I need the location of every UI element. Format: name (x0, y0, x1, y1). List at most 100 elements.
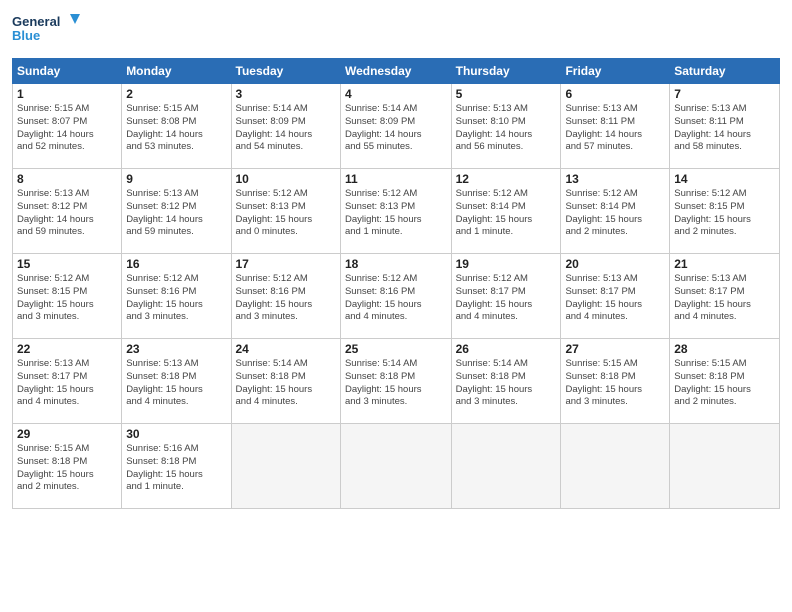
day-number: 19 (456, 257, 557, 271)
calendar-header-saturday: Saturday (670, 59, 780, 84)
calendar-cell: 5 Sunrise: 5:13 AM Sunset: 8:10 PM Daylig… (451, 84, 561, 169)
header: General Blue (12, 10, 780, 50)
day-number: 6 (565, 87, 665, 101)
calendar-cell: 8Sunrise: 5:13 AM Sunset: 8:12 PM Daylig… (13, 169, 122, 254)
calendar-cell: 10 Sunrise: 5:12 AM Sunset: 8:13 PM Dayli… (231, 169, 340, 254)
calendar-cell: 27 Sunrise: 5:15 AM Sunset: 8:18 PM Dayli… (561, 339, 670, 424)
day-info: Sunrise: 5:12 AM Sunset: 8:16 PM Dayligh… (236, 273, 336, 324)
day-info: Sunrise: 5:14 AM Sunset: 8:18 PM Dayligh… (345, 358, 447, 409)
day-info: Sunrise: 5:15 AM Sunset: 8:08 PM Dayligh… (126, 103, 226, 154)
day-info: Sunrise: 5:12 AM Sunset: 8:16 PM Dayligh… (345, 273, 447, 324)
day-number: 18 (345, 257, 447, 271)
calendar-cell: 23 Sunrise: 5:13 AM Sunset: 8:18 PM Dayli… (122, 339, 231, 424)
calendar-cell: 13 Sunrise: 5:12 AM Sunset: 8:14 PM Dayli… (561, 169, 670, 254)
day-number: 15 (17, 257, 117, 271)
day-info: Sunrise: 5:12 AM Sunset: 8:13 PM Dayligh… (345, 188, 447, 239)
day-info: Sunrise: 5:14 AM Sunset: 8:09 PM Dayligh… (236, 103, 336, 154)
day-number: 10 (236, 172, 336, 186)
day-info: Sunrise: 5:13 AM Sunset: 8:17 PM Dayligh… (565, 273, 665, 324)
calendar-cell: 22 Sunrise: 5:13 AM Sunset: 8:17 PM Dayli… (13, 339, 122, 424)
calendar-cell: 24Sunrise: 5:14 AM Sunset: 8:18 PM Dayli… (231, 339, 340, 424)
calendar-cell: 26 Sunrise: 5:14 AM Sunset: 8:18 PM Dayli… (451, 339, 561, 424)
day-number: 2 (126, 87, 226, 101)
logo: General Blue (12, 10, 82, 50)
calendar-cell: 28Sunrise: 5:15 AM Sunset: 8:18 PM Dayli… (670, 339, 780, 424)
calendar-cell: 20 Sunrise: 5:13 AM Sunset: 8:17 PM Dayli… (561, 254, 670, 339)
day-number: 29 (17, 427, 117, 441)
day-info: Sunrise: 5:12 AM Sunset: 8:17 PM Dayligh… (456, 273, 557, 324)
day-info: Sunrise: 5:15 AM Sunset: 8:18 PM Dayligh… (17, 443, 117, 494)
calendar-cell: 6 Sunrise: 5:13 AM Sunset: 8:11 PM Daylig… (561, 84, 670, 169)
calendar-cell: 25 Sunrise: 5:14 AM Sunset: 8:18 PM Dayli… (340, 339, 451, 424)
day-info: Sunrise: 5:14 AM Sunset: 8:18 PM Dayligh… (456, 358, 557, 409)
day-info: Sunrise: 5:14 AM Sunset: 8:18 PM Dayligh… (236, 358, 336, 409)
calendar-cell: 7 Sunrise: 5:13 AM Sunset: 8:11 PM Daylig… (670, 84, 780, 169)
calendar-header-wednesday: Wednesday (340, 59, 451, 84)
calendar-week-1: 1 Sunrise: 5:15 AM Sunset: 8:07 PM Daylig… (13, 84, 780, 169)
day-number: 21 (674, 257, 775, 271)
day-info: Sunrise: 5:13 AM Sunset: 8:18 PM Dayligh… (126, 358, 226, 409)
day-info: Sunrise: 5:14 AM Sunset: 8:09 PM Dayligh… (345, 103, 447, 154)
day-number: 25 (345, 342, 447, 356)
day-number: 22 (17, 342, 117, 356)
calendar-cell: 18 Sunrise: 5:12 AM Sunset: 8:16 PM Dayli… (340, 254, 451, 339)
calendar-cell: 29 Sunrise: 5:15 AM Sunset: 8:18 PM Dayli… (13, 424, 122, 509)
day-info: Sunrise: 5:13 AM Sunset: 8:11 PM Dayligh… (565, 103, 665, 154)
day-number: 17 (236, 257, 336, 271)
calendar-cell: 3 Sunrise: 5:14 AM Sunset: 8:09 PM Daylig… (231, 84, 340, 169)
day-info: Sunrise: 5:13 AM Sunset: 8:11 PM Dayligh… (674, 103, 775, 154)
day-number: 1 (17, 87, 117, 101)
calendar-week-3: 15 Sunrise: 5:12 AM Sunset: 8:15 PM Dayli… (13, 254, 780, 339)
day-info: Sunrise: 5:15 AM Sunset: 8:07 PM Dayligh… (17, 103, 117, 154)
day-number: 26 (456, 342, 557, 356)
calendar-week-5: 29 Sunrise: 5:15 AM Sunset: 8:18 PM Dayli… (13, 424, 780, 509)
calendar-header-monday: Monday (122, 59, 231, 84)
calendar-cell: 11 Sunrise: 5:12 AM Sunset: 8:13 PM Dayli… (340, 169, 451, 254)
calendar-cell: 15 Sunrise: 5:12 AM Sunset: 8:15 PM Dayli… (13, 254, 122, 339)
day-info: Sunrise: 5:16 AM Sunset: 8:18 PM Dayligh… (126, 443, 226, 494)
calendar-cell (670, 424, 780, 509)
day-number: 16 (126, 257, 226, 271)
calendar-cell: 2 Sunrise: 5:15 AM Sunset: 8:08 PM Daylig… (122, 84, 231, 169)
day-number: 30 (126, 427, 226, 441)
calendar-cell: 14Sunrise: 5:12 AM Sunset: 8:15 PM Dayli… (670, 169, 780, 254)
svg-text:General: General (12, 14, 60, 29)
calendar-cell: 17 Sunrise: 5:12 AM Sunset: 8:16 PM Dayli… (231, 254, 340, 339)
day-info: Sunrise: 5:13 AM Sunset: 8:12 PM Dayligh… (17, 188, 117, 239)
day-info: Sunrise: 5:13 AM Sunset: 8:12 PM Dayligh… (126, 188, 226, 239)
day-info: Sunrise: 5:12 AM Sunset: 8:14 PM Dayligh… (565, 188, 665, 239)
day-info: Sunrise: 5:15 AM Sunset: 8:18 PM Dayligh… (674, 358, 775, 409)
calendar-cell: 9 Sunrise: 5:13 AM Sunset: 8:12 PM Daylig… (122, 169, 231, 254)
calendar-cell: 30 Sunrise: 5:16 AM Sunset: 8:18 PM Dayli… (122, 424, 231, 509)
calendar-cell (561, 424, 670, 509)
day-number: 4 (345, 87, 447, 101)
day-info: Sunrise: 5:13 AM Sunset: 8:17 PM Dayligh… (17, 358, 117, 409)
calendar-week-2: 8Sunrise: 5:13 AM Sunset: 8:12 PM Daylig… (13, 169, 780, 254)
day-number: 20 (565, 257, 665, 271)
day-number: 9 (126, 172, 226, 186)
calendar-cell (340, 424, 451, 509)
day-number: 27 (565, 342, 665, 356)
day-number: 13 (565, 172, 665, 186)
day-info: Sunrise: 5:15 AM Sunset: 8:18 PM Dayligh… (565, 358, 665, 409)
calendar-header-friday: Friday (561, 59, 670, 84)
day-info: Sunrise: 5:12 AM Sunset: 8:13 PM Dayligh… (236, 188, 336, 239)
day-number: 23 (126, 342, 226, 356)
day-number: 12 (456, 172, 557, 186)
day-number: 5 (456, 87, 557, 101)
day-number: 3 (236, 87, 336, 101)
day-number: 7 (674, 87, 775, 101)
day-info: Sunrise: 5:12 AM Sunset: 8:16 PM Dayligh… (126, 273, 226, 324)
calendar-cell: 12Sunrise: 5:12 AM Sunset: 8:14 PM Dayli… (451, 169, 561, 254)
day-number: 11 (345, 172, 447, 186)
calendar-header-row: SundayMondayTuesdayWednesdayThursdayFrid… (13, 59, 780, 84)
day-info: Sunrise: 5:12 AM Sunset: 8:15 PM Dayligh… (17, 273, 117, 324)
calendar-header-sunday: Sunday (13, 59, 122, 84)
calendar: SundayMondayTuesdayWednesdayThursdayFrid… (12, 58, 780, 509)
calendar-week-4: 22 Sunrise: 5:13 AM Sunset: 8:17 PM Dayli… (13, 339, 780, 424)
calendar-header-thursday: Thursday (451, 59, 561, 84)
day-info: Sunrise: 5:13 AM Sunset: 8:10 PM Dayligh… (456, 103, 557, 154)
day-info: Sunrise: 5:12 AM Sunset: 8:15 PM Dayligh… (674, 188, 775, 239)
calendar-cell: 21Sunrise: 5:13 AM Sunset: 8:17 PM Dayli… (670, 254, 780, 339)
svg-text:Blue: Blue (12, 28, 40, 43)
